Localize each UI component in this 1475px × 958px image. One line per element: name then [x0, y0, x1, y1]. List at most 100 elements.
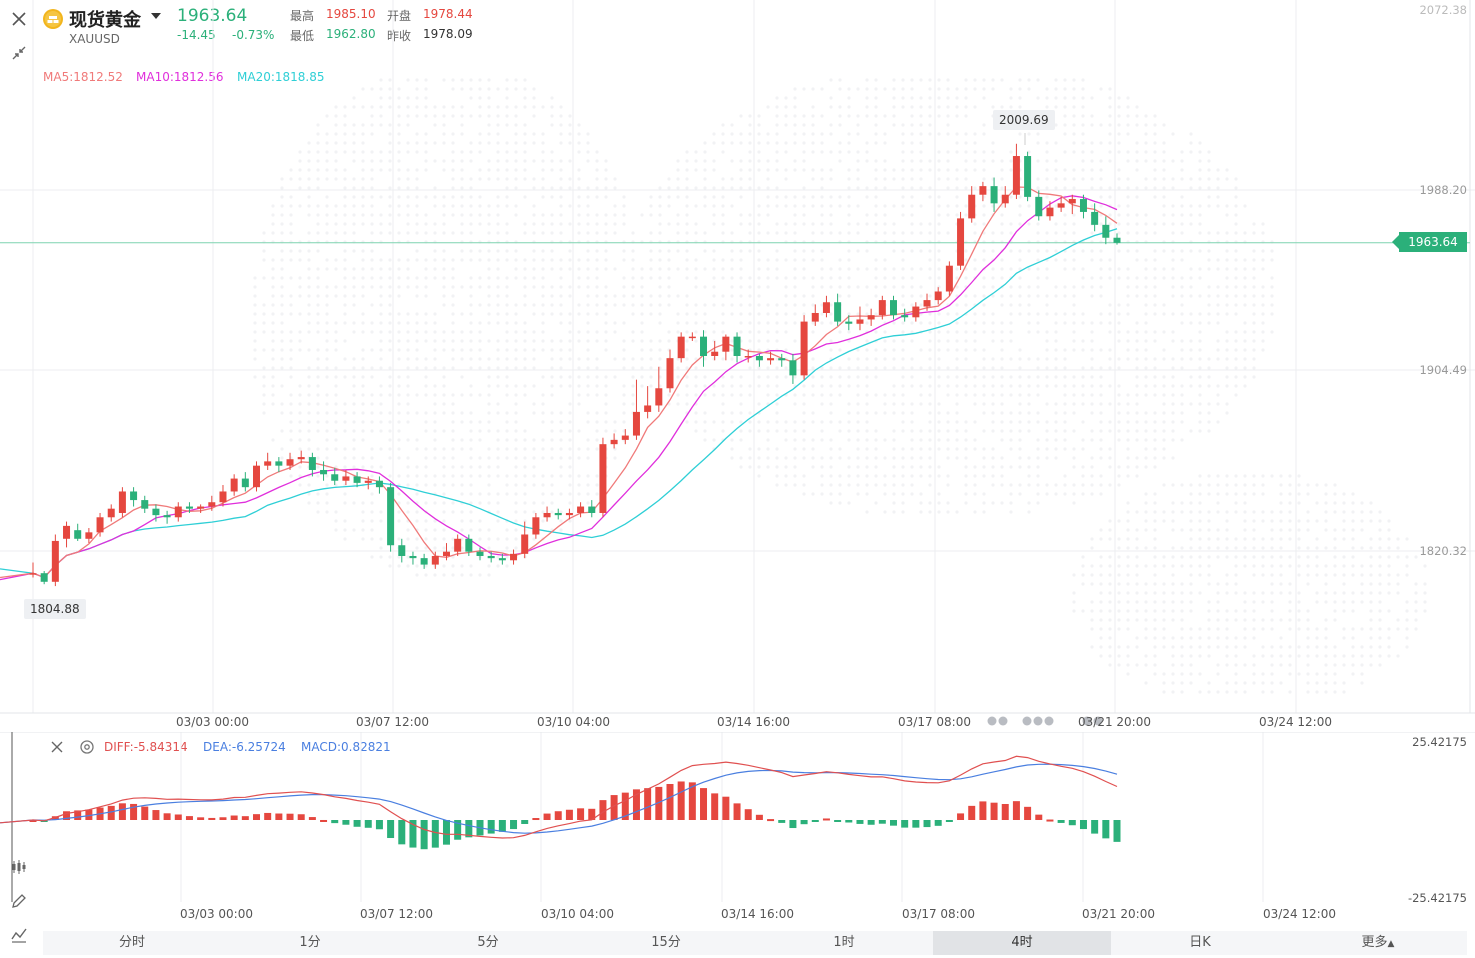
candle-body — [387, 487, 395, 546]
candle — [1068, 194, 1076, 215]
candle-body — [632, 411, 640, 436]
macd-bar — [744, 809, 752, 820]
candle — [688, 332, 696, 341]
macd-bar — [141, 806, 149, 820]
candle — [29, 562, 37, 578]
macd-bar — [152, 810, 160, 820]
tab-more[interactable]: 更多▲ — [1289, 931, 1467, 955]
candlestick-tool-button[interactable] — [8, 856, 30, 878]
candle-body — [934, 291, 942, 301]
candle-body — [409, 555, 417, 559]
candle — [130, 487, 138, 507]
candle-body — [510, 553, 518, 561]
macd-bar — [498, 820, 506, 832]
candle-body — [308, 457, 316, 470]
candle — [387, 482, 395, 552]
candle — [800, 315, 808, 380]
scroll-dot — [1044, 716, 1054, 726]
candlestick-icon — [12, 860, 26, 874]
candle-body — [487, 555, 495, 559]
candle-body — [901, 315, 909, 318]
candle — [118, 487, 126, 518]
candle-body — [923, 300, 931, 307]
candle-body — [1113, 237, 1121, 243]
min-price-callout: 1804.88 — [24, 599, 86, 619]
candle — [107, 504, 115, 522]
tab-5min[interactable]: 5分 — [399, 931, 577, 955]
price-tick-3: 1820.32 — [1419, 544, 1467, 558]
candle-body — [599, 444, 607, 513]
tab-daily[interactable]: 日K — [1111, 931, 1289, 955]
macd-bar — [1113, 820, 1121, 842]
candle-body — [398, 545, 406, 556]
macd-bar — [945, 820, 953, 822]
candle — [722, 334, 730, 361]
candle — [945, 261, 953, 296]
macd-bar — [230, 815, 238, 820]
candle — [510, 549, 518, 565]
candle-body — [163, 515, 171, 518]
candle-body — [40, 573, 48, 582]
macd-bar — [912, 820, 920, 828]
candle — [219, 485, 227, 507]
candlestick-chart[interactable] — [0, 0, 1475, 732]
macd-bar — [867, 820, 875, 825]
candle-body — [130, 491, 138, 501]
drawing-tool-button[interactable] — [8, 890, 30, 912]
candle-body — [264, 461, 272, 466]
candle-body — [867, 315, 875, 320]
macd-bar — [286, 813, 294, 820]
macd-tick-bottom: -25.42175 — [1407, 891, 1467, 905]
candle — [286, 452, 294, 470]
candle-body — [644, 405, 652, 412]
candle-body — [29, 573, 37, 575]
tab-4hour[interactable]: 4时 — [933, 931, 1111, 955]
candle-body — [498, 558, 506, 561]
macd-bar — [677, 781, 685, 820]
tab-15min[interactable]: 15分 — [577, 931, 755, 955]
candle — [867, 308, 875, 326]
tab-分时[interactable]: 分时 — [43, 931, 221, 955]
macd-bar — [185, 816, 193, 820]
candle-body — [655, 388, 663, 406]
price-tick-2: 1904.49 — [1419, 363, 1467, 377]
candle-body — [878, 300, 886, 316]
macd-bar — [733, 803, 741, 820]
candle — [431, 551, 439, 569]
macd-bar — [431, 820, 439, 848]
candle-body — [331, 474, 339, 481]
macd-bar — [845, 820, 853, 823]
candle — [51, 534, 59, 587]
candle — [957, 211, 965, 270]
candle — [755, 353, 763, 367]
candle — [733, 332, 741, 363]
tab-1min[interactable]: 1分 — [221, 931, 399, 955]
candle-body — [688, 336, 696, 339]
macd-bar — [442, 820, 450, 845]
candle-body — [342, 476, 350, 481]
tab-1hour[interactable]: 1时 — [755, 931, 933, 955]
macd-bar — [934, 820, 942, 826]
candle-body — [1057, 203, 1065, 208]
candle — [778, 353, 786, 367]
candle-body — [889, 300, 897, 316]
macd-bar — [834, 820, 842, 822]
macd-chart[interactable] — [0, 732, 1475, 932]
candle-body — [700, 336, 708, 357]
candle-body — [320, 469, 328, 475]
candle-body — [845, 321, 853, 324]
candle — [476, 547, 484, 561]
candle-body — [174, 506, 182, 518]
scroll-dot — [987, 716, 997, 726]
macd-bar — [543, 813, 551, 820]
max-price-callout: 2009.69 — [993, 110, 1055, 130]
macd-date-label: 03/03 00:00 — [180, 907, 253, 921]
macd-bar — [107, 805, 115, 820]
macd-bar — [320, 819, 328, 822]
candle-body — [297, 457, 305, 460]
candle-body — [1068, 199, 1076, 204]
indicator-tool-button[interactable] — [8, 924, 30, 946]
candle-body — [521, 534, 529, 554]
date-label: 03/03 00:00 — [176, 715, 249, 729]
date-label: 03/21 20:00 — [1078, 715, 1151, 729]
